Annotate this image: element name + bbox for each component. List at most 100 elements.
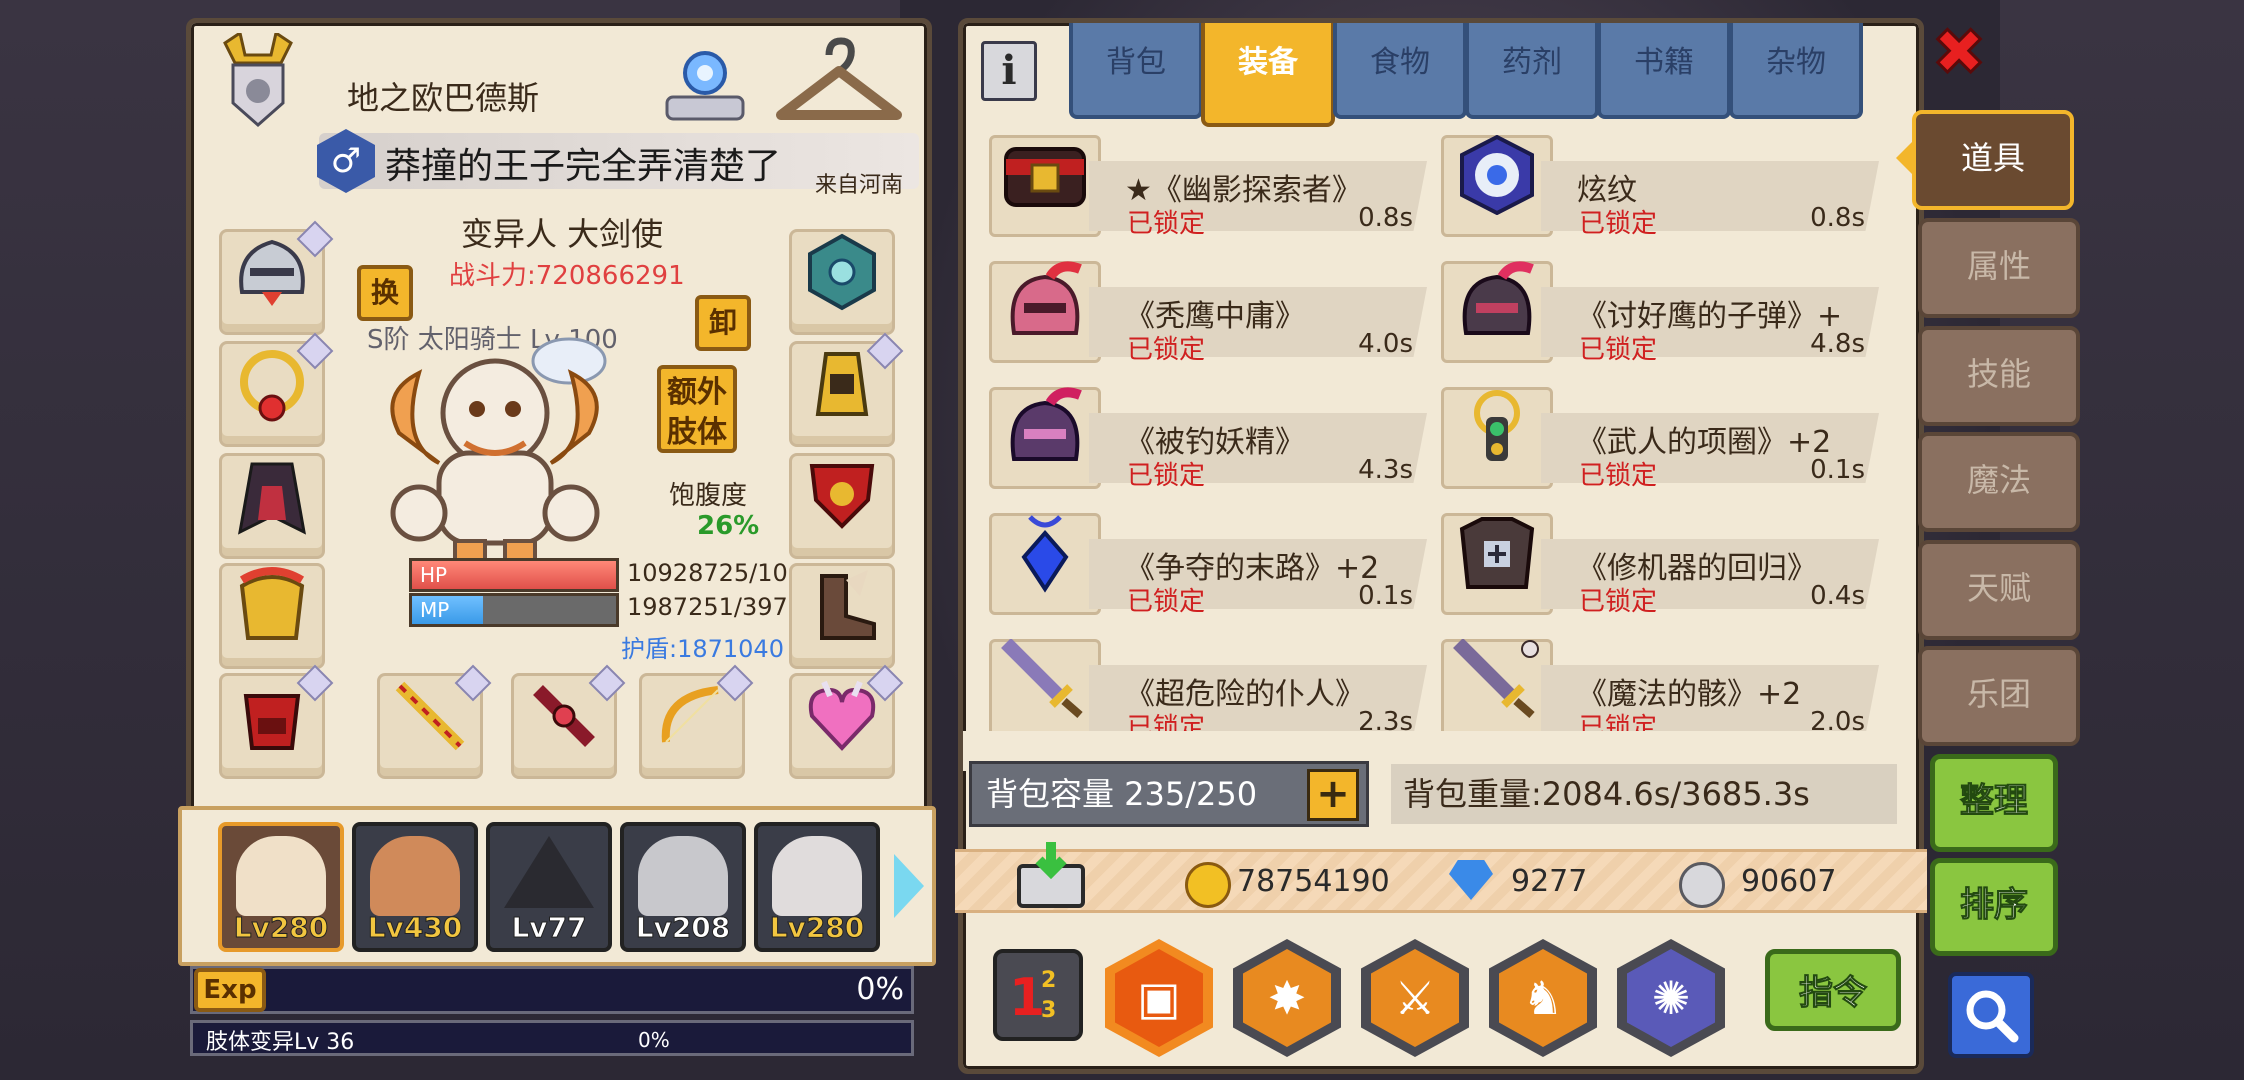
amulet-slot[interactable] [789, 453, 895, 559]
tab-backpack[interactable]: 背包 [1069, 23, 1203, 119]
party-member-1[interactable]: Lv280 [218, 822, 344, 952]
item-weight: 0.1s [1358, 581, 1413, 611]
boots-slot[interactable] [789, 563, 895, 669]
tab-misc[interactable]: 杂物 [1729, 23, 1863, 119]
knight-piece-icon: ♞ [1499, 949, 1587, 1047]
character-origin: 来自河南 [815, 173, 904, 198]
item-frame [989, 387, 1101, 489]
item-frame [1441, 387, 1553, 489]
party-member-3[interactable]: Lv77 [486, 822, 612, 952]
category-weapon-button[interactable]: ⚔ [1361, 939, 1469, 1057]
mp-bar: MP [409, 593, 619, 627]
shuriken-icon: ✸ [1243, 949, 1331, 1047]
backpack-icon: ▣ [1115, 949, 1203, 1047]
tab-potion[interactable]: 药剂 [1465, 23, 1599, 119]
side-tab-band[interactable]: 乐团 [1918, 646, 2080, 746]
party-next-arrow-icon[interactable] [894, 854, 924, 918]
side-tab-talent[interactable]: 天赋 [1918, 540, 2080, 640]
gauntlet-slot[interactable] [219, 664, 334, 779]
bracer-slot[interactable] [789, 332, 904, 447]
party-member-2[interactable]: Lv430 [352, 822, 478, 952]
phantom-belt-icon [998, 128, 1092, 222]
item-4[interactable]: 《讨好鹰的子弹》+ 已锁定 4.8s [1441, 251, 1891, 365]
silver-amount: 90607 [1741, 864, 1837, 899]
exp-label: Exp [194, 968, 266, 1012]
organize-button[interactable]: 整理 [1930, 754, 2058, 852]
number-sort-button[interactable]: 12 3 [993, 949, 1083, 1041]
gem-amount: 9277 [1511, 864, 1588, 899]
combat-power: 战斗力:720866291 [449, 261, 685, 291]
weapon-slot-2[interactable] [511, 664, 626, 779]
item-frame [989, 135, 1101, 237]
party-strip: Lv280 Lv430 Lv77 Lv208 Lv280 [178, 806, 936, 966]
shield-slot[interactable] [789, 229, 895, 335]
cape-slot[interactable] [219, 453, 325, 559]
side-tab-attributes[interactable]: 属性 [1918, 218, 2080, 318]
side-tab-skills[interactable]: 技能 [1918, 326, 2080, 426]
item-6[interactable]: 《武人的项圈》+2 已锁定 0.1s [1441, 377, 1891, 491]
character-panel: 地之欧巴德斯 ♂ 莽撞的王子完全弄清楚了 来自河南 变异人 大剑使 战斗力:72… [186, 18, 932, 818]
exp-area: Exp 0% 肢体变异Lv 36 0% [190, 966, 916, 1062]
party-member-4[interactable]: Lv208 [620, 822, 746, 952]
item-frame [989, 513, 1101, 615]
mp-label: MP [420, 598, 450, 622]
expand-capacity-button[interactable]: + [1307, 769, 1359, 821]
weapon-slot-1[interactable] [377, 664, 492, 779]
satiety-value: 26% [697, 511, 760, 541]
item-8[interactable]: 《修机器的回归》 已锁定 0.4s [1441, 503, 1891, 617]
item-2[interactable]: 炫纹 已锁定 0.8s [1441, 125, 1891, 239]
category-magic-button[interactable]: ✺ [1617, 939, 1725, 1057]
teal-shield-icon [798, 228, 886, 316]
item-7[interactable]: 《争夺的末路》+2 已锁定 0.1s [989, 503, 1439, 617]
item-9[interactable]: 《超危险的仆人》 已锁定 2.3s [989, 629, 1439, 743]
satiety-label: 饱腹度 [669, 481, 748, 511]
deposit-chest-icon[interactable] [1013, 840, 1089, 910]
item-frame [989, 261, 1101, 363]
item-3[interactable]: 《秃鹰中庸》 已锁定 4.0s [989, 251, 1439, 365]
necklace-slot[interactable] [219, 332, 334, 447]
armor-slot[interactable] [219, 563, 325, 669]
tab-food[interactable]: 食物 [1333, 23, 1467, 119]
category-shuriken-button[interactable]: ✸ [1233, 939, 1341, 1057]
hp-label: HP [420, 563, 448, 587]
category-backpack-button[interactable]: ▣ [1105, 939, 1213, 1057]
item-lock-status: 已锁定 [1579, 209, 1658, 239]
item-frame [1441, 261, 1553, 363]
exp-percent: 0% [856, 972, 904, 1007]
hanger-icon[interactable] [773, 37, 905, 133]
side-tab-magic[interactable]: 魔法 [1918, 432, 2080, 532]
blue-gem-icon [1449, 860, 1493, 900]
side-tab-items[interactable]: 道具 [1912, 110, 2074, 210]
character-name: 地之欧巴德斯 [347, 79, 540, 117]
item-1[interactable]: ★《幽影探索者》 已锁定 0.8s [989, 125, 1439, 239]
svg-text:2: 2 [1041, 968, 1056, 993]
gold-amount: 78754190 [1237, 864, 1390, 899]
item-weight: 4.3s [1358, 455, 1413, 485]
category-knight-button[interactable]: ♞ [1489, 939, 1597, 1057]
limb-mutation-percent: 0% [638, 1028, 670, 1052]
hero-level: Lv208 [635, 911, 731, 945]
rune-crest-icon [1450, 128, 1544, 222]
helmet-slot[interactable] [219, 220, 334, 335]
sapphire-pendant-icon [998, 506, 1092, 600]
charm-slot[interactable] [789, 664, 904, 779]
item-weight: 4.8s [1810, 329, 1865, 359]
item-10[interactable]: 《魔法的骸》+2 已锁定 2.0s [1441, 629, 1891, 743]
sort-button[interactable]: 排序 [1930, 858, 2058, 956]
tab-books[interactable]: 书籍 [1597, 23, 1731, 119]
crystal-beacon-icon[interactable] [657, 35, 753, 131]
command-button[interactable]: 指令 [1765, 949, 1901, 1031]
item-5[interactable]: 《被钓妖精》 已锁定 4.3s [989, 377, 1439, 491]
close-icon[interactable]: ✖ [1926, 19, 1992, 88]
search-icon[interactable] [1948, 972, 2034, 1058]
info-button[interactable]: i [981, 41, 1037, 101]
extra-limb-button[interactable]: 额外肢体 [657, 365, 737, 453]
item-weight: 0.4s [1810, 581, 1865, 611]
weapon-slot-3[interactable] [639, 664, 754, 779]
tab-equipment[interactable]: 装备 [1201, 23, 1335, 127]
gold-coin-icon [1185, 862, 1231, 908]
hp-bar: HP [409, 558, 619, 592]
plated-vest-icon [1450, 506, 1544, 600]
unequip-button[interactable]: 卸 [695, 295, 751, 351]
party-member-5[interactable]: Lv280 [754, 822, 880, 952]
